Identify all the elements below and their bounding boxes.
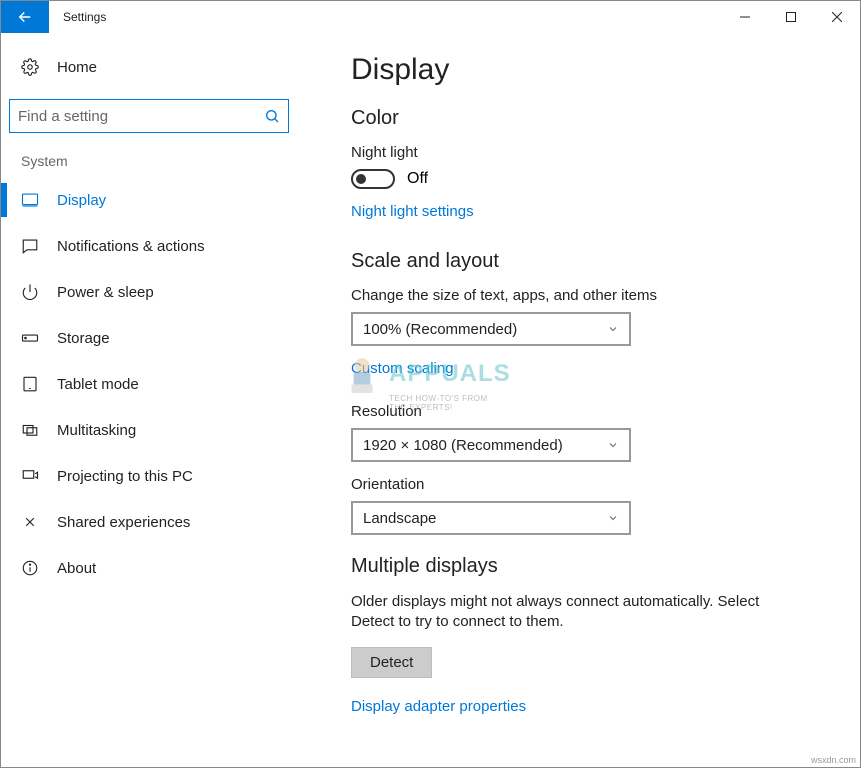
sidebar-item-label: Multitasking — [57, 422, 136, 439]
settings-window: Settings Home — [0, 0, 861, 768]
sidebar-item-about[interactable]: About — [1, 545, 321, 591]
window-controls — [722, 1, 860, 33]
sidebar-item-label: Power & sleep — [57, 284, 154, 301]
home-button[interactable]: Home — [1, 45, 321, 89]
info-icon — [21, 559, 39, 577]
sidebar-item-display[interactable]: Display — [1, 177, 321, 223]
projecting-icon — [21, 467, 39, 485]
search-input[interactable] — [9, 99, 289, 133]
resolution-select[interactable]: 1920 × 1080 (Recommended) — [351, 428, 631, 462]
sidebar-item-tablet[interactable]: Tablet mode — [1, 361, 321, 407]
multiple-displays-heading: Multiple displays — [351, 555, 830, 578]
close-icon — [832, 12, 842, 22]
sidebar: Home System Display Notifications & acti… — [1, 33, 321, 767]
maximize-icon — [786, 12, 796, 22]
titlebar: Settings — [1, 1, 860, 33]
detect-button[interactable]: Detect — [351, 647, 432, 678]
minimize-button[interactable] — [722, 1, 768, 33]
page-title: Display — [351, 53, 830, 87]
back-button[interactable] — [1, 1, 49, 33]
monitor-icon — [21, 191, 39, 209]
section-label: System — [1, 153, 321, 169]
multitasking-icon — [21, 421, 39, 439]
orientation-label: Orientation — [351, 476, 830, 493]
sidebar-item-notifications[interactable]: Notifications & actions — [1, 223, 321, 269]
window-title: Settings — [49, 1, 722, 33]
night-light-label: Night light — [351, 144, 830, 161]
sidebar-item-label: Notifications & actions — [57, 238, 205, 255]
minimize-icon — [740, 12, 750, 22]
color-heading: Color — [351, 107, 830, 130]
sidebar-item-label: Storage — [57, 330, 110, 347]
scale-value: 100% (Recommended) — [363, 321, 517, 338]
night-light-state: Off — [407, 170, 428, 188]
sidebar-item-label: Tablet mode — [57, 376, 139, 393]
search-icon — [264, 108, 280, 124]
chevron-down-icon — [607, 439, 619, 451]
orientation-value: Landscape — [363, 510, 436, 527]
content-pane[interactable]: Display Color Night light Off Night ligh… — [321, 33, 860, 767]
scale-heading: Scale and layout — [351, 250, 830, 273]
resolution-value: 1920 × 1080 (Recommended) — [363, 437, 563, 454]
orientation-select[interactable]: Landscape — [351, 501, 631, 535]
night-light-toggle[interactable] — [351, 169, 395, 189]
multiple-displays-text: Older displays might not always connect … — [351, 592, 771, 633]
custom-scaling-link[interactable]: Custom scaling — [351, 360, 454, 377]
sidebar-item-power[interactable]: Power & sleep — [1, 269, 321, 315]
close-button[interactable] — [814, 1, 860, 33]
shared-icon — [21, 513, 39, 531]
sidebar-item-projecting[interactable]: Projecting to this PC — [1, 453, 321, 499]
sidebar-item-label: Projecting to this PC — [57, 468, 193, 485]
chevron-down-icon — [607, 323, 619, 335]
resolution-label: Resolution — [351, 403, 830, 420]
sidebar-item-multitasking[interactable]: Multitasking — [1, 407, 321, 453]
display-adapter-link[interactable]: Display adapter properties — [351, 698, 526, 715]
scale-label: Change the size of text, apps, and other… — [351, 287, 830, 304]
footer-mark: wsxdn.com — [811, 755, 856, 765]
night-light-settings-link[interactable]: Night light settings — [351, 203, 474, 220]
home-label: Home — [57, 59, 97, 76]
chevron-down-icon — [607, 512, 619, 524]
sidebar-item-shared[interactable]: Shared experiences — [1, 499, 321, 545]
maximize-button[interactable] — [768, 1, 814, 33]
gear-icon — [21, 58, 39, 76]
storage-icon — [21, 329, 39, 347]
sidebar-item-label: Shared experiences — [57, 514, 190, 531]
message-icon — [21, 237, 39, 255]
tablet-icon — [21, 375, 39, 393]
scale-select[interactable]: 100% (Recommended) — [351, 312, 631, 346]
power-icon — [21, 283, 39, 301]
sidebar-item-storage[interactable]: Storage — [1, 315, 321, 361]
sidebar-item-label: Display — [57, 192, 106, 209]
arrow-left-icon — [16, 8, 34, 26]
search-field[interactable] — [18, 108, 264, 125]
sidebar-item-label: About — [57, 560, 96, 577]
